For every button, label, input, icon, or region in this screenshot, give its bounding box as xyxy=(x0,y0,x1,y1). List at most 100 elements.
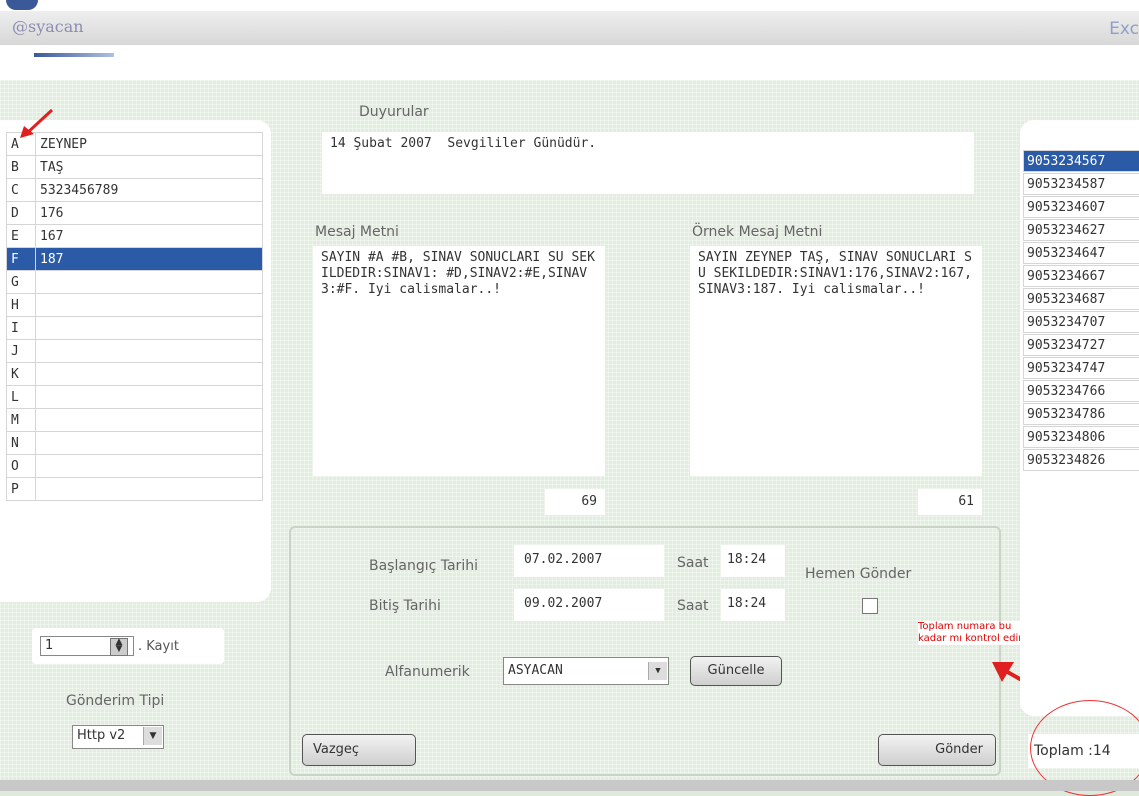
alphanumeric-value: ASYACAN xyxy=(508,663,563,678)
header-band xyxy=(0,11,1139,45)
phone-list-item[interactable]: 9053234786 xyxy=(1023,403,1139,425)
variable-letter: J xyxy=(6,339,36,363)
phone-list-item[interactable]: 9053234747 xyxy=(1023,357,1139,379)
message-char-count: 69 xyxy=(545,489,605,515)
variable-letter: H xyxy=(6,293,36,317)
variable-letter: P xyxy=(6,477,36,501)
phone-list-item[interactable]: 9053234826 xyxy=(1023,449,1139,471)
phone-list-item[interactable]: 9053234627 xyxy=(1023,219,1139,241)
bottom-bar xyxy=(0,780,1139,791)
start-time-field[interactable]: 18:24 xyxy=(721,545,785,577)
variable-table: A ZEYNEP B TAŞ C 5323456789 D 176 E 167 F 187 G H I J K L… xyxy=(6,132,263,501)
variable-letter: G xyxy=(6,270,36,294)
phone-list-item[interactable]: 9053234607 xyxy=(1023,196,1139,218)
variable-value[interactable]: 167 xyxy=(35,224,263,248)
variable-row[interactable]: O xyxy=(6,454,263,478)
variable-value[interactable] xyxy=(35,477,263,501)
variable-row[interactable]: K xyxy=(6,362,263,386)
end-date-field[interactable]: 09.02.2007 xyxy=(514,589,664,621)
update-button[interactable]: Güncelle xyxy=(690,656,782,686)
variable-value[interactable]: 187 xyxy=(35,247,263,271)
phone-list-item[interactable]: 9053234707 xyxy=(1023,311,1139,333)
variable-value[interactable] xyxy=(35,454,263,478)
variable-row[interactable]: J xyxy=(6,339,263,363)
variable-letter: O xyxy=(6,454,36,478)
record-box: 1 ▲ ▼ . Kayıt xyxy=(32,628,224,664)
send-type-value: Http v2 xyxy=(77,728,126,743)
alphanumeric-label: Alfanumerik xyxy=(385,664,470,680)
start-date-field[interactable]: 07.02.2007 xyxy=(514,545,664,577)
red-arrow-icon xyxy=(20,108,54,138)
variable-value[interactable]: TAŞ xyxy=(35,155,263,179)
announcements-label: Duyurular xyxy=(359,104,429,120)
variable-row[interactable]: N xyxy=(6,431,263,455)
alphanumeric-select[interactable]: ASYACAN ▼ xyxy=(503,657,669,685)
phone-list-item[interactable]: 9053234766 xyxy=(1023,380,1139,402)
variable-value[interactable]: ZEYNEP xyxy=(35,132,263,156)
variable-letter: E xyxy=(6,224,36,248)
variable-letter: D xyxy=(6,201,36,225)
send-now-checkbox[interactable] xyxy=(862,598,878,614)
variable-letter: K xyxy=(6,362,36,386)
annotation-note-text: Toplam numara bu kadar mı kontrol edin xyxy=(918,621,1025,644)
variable-value[interactable] xyxy=(35,408,263,432)
sample-message-label: Örnek Mesaj Metni xyxy=(692,224,823,240)
variable-row[interactable]: G xyxy=(6,270,263,294)
end-time-label: Saat xyxy=(677,598,709,614)
variable-value[interactable]: 176 xyxy=(35,201,263,225)
sample-char-count: 61 xyxy=(918,489,982,515)
sample-message-box: SAYIN ZEYNEP TAŞ, SINAV SONUCLARI SU SEK… xyxy=(690,246,982,476)
variable-row[interactable]: L xyxy=(6,385,263,409)
cancel-button[interactable]: Vazgeç xyxy=(302,734,416,766)
variable-row[interactable]: B TAŞ xyxy=(6,155,263,179)
variable-row[interactable]: F 187 xyxy=(6,247,263,271)
variable-value[interactable] xyxy=(35,431,263,455)
message-textarea[interactable]: SAYIN #A #B, SINAV SONUCLARI SU SEKILDED… xyxy=(313,246,605,476)
variable-value[interactable]: 5323456789 xyxy=(35,178,263,202)
annotation-note: Toplam numara bu kadar mı kontrol edin xyxy=(918,621,1025,645)
variable-letter: M xyxy=(6,408,36,432)
phone-list-item[interactable]: 9053234687 xyxy=(1023,288,1139,310)
record-spinner-icon[interactable]: ▲ ▼ xyxy=(110,638,128,656)
variable-row[interactable]: P xyxy=(6,477,263,501)
variable-letter: B xyxy=(6,155,36,179)
variable-value[interactable] xyxy=(35,316,263,340)
variable-row[interactable]: H xyxy=(6,293,263,317)
variable-row[interactable]: E 167 xyxy=(6,224,263,248)
variable-value[interactable] xyxy=(35,293,263,317)
variable-letter: C xyxy=(6,178,36,202)
start-date-label: Başlangıç Tarihi xyxy=(369,558,478,574)
variable-value[interactable] xyxy=(35,385,263,409)
header-right-title: Exc xyxy=(1109,19,1139,39)
variable-value[interactable] xyxy=(35,270,263,294)
brand-name: @syacan xyxy=(12,17,84,36)
record-label: . Kayıt xyxy=(138,639,179,654)
end-time-field[interactable]: 18:24 xyxy=(721,589,785,621)
phone-list-item[interactable]: 9053234667 xyxy=(1023,265,1139,287)
send-type-label: Gönderim Tipi xyxy=(66,693,165,709)
variable-letter: F xyxy=(6,247,36,271)
phone-list-item[interactable]: 9053234587 xyxy=(1023,173,1139,195)
variable-row[interactable]: C 5323456789 xyxy=(6,178,263,202)
variable-list-panel: A ZEYNEP B TAŞ C 5323456789 D 176 E 167 F 187 G H I J K L… xyxy=(0,120,271,602)
phone-list-item[interactable]: 9053234806 xyxy=(1023,426,1139,448)
variable-row[interactable]: M xyxy=(6,408,263,432)
phone-list-item[interactable]: 9053234647 xyxy=(1023,242,1139,264)
header: @syacan Exc xyxy=(0,0,1139,80)
phone-list-item[interactable]: 9053234567 xyxy=(1023,150,1139,172)
variable-value[interactable] xyxy=(35,339,263,363)
variable-letter: L xyxy=(6,385,36,409)
send-type-select[interactable]: Http v2 ▼ xyxy=(72,725,164,749)
variable-row[interactable]: D 176 xyxy=(6,201,263,225)
start-time-label: Saat xyxy=(677,555,709,571)
variable-row[interactable]: I xyxy=(6,316,263,340)
variable-value[interactable] xyxy=(35,362,263,386)
send-button[interactable]: Gönder xyxy=(878,734,996,766)
chevron-down-icon[interactable]: ▼ xyxy=(143,727,162,745)
variable-letter: N xyxy=(6,431,36,455)
phone-list-panel: 9053234567 9053234587 9053234607 9053234627… xyxy=(1020,120,1139,716)
chevron-down-icon[interactable]: ▼ xyxy=(648,662,667,680)
logo-underline xyxy=(34,53,114,57)
end-date-label: Bitiş Tarihi xyxy=(369,598,441,614)
phone-list-item[interactable]: 9053234727 xyxy=(1023,334,1139,356)
